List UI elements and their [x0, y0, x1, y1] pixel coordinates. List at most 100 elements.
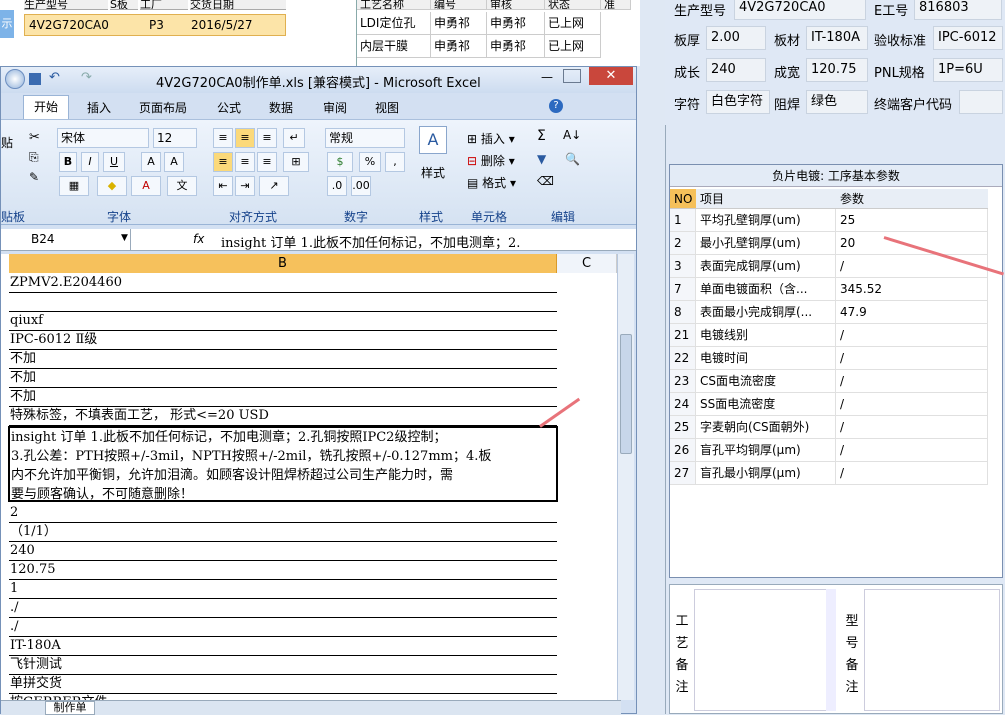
sheet-cell[interactable]: qiuxf: [9, 312, 557, 331]
currency-icon[interactable]: $: [327, 152, 353, 172]
side-strip[interactable]: 示: [0, 10, 14, 38]
proc-row2-name[interactable]: 内层干膜: [357, 35, 431, 58]
sheet-cell[interactable]: 飞针测试: [9, 656, 557, 675]
model-notes-field[interactable]: [864, 589, 1000, 711]
formula-input[interactable]: insight 订单 1.此板不加任何标记，不加电测章；2.: [221, 232, 611, 251]
width-field[interactable]: 120.75: [806, 58, 868, 82]
tab-data[interactable]: 数据: [269, 99, 293, 116]
indent-icon[interactable]: ⇥: [235, 176, 255, 196]
fill-color-icon[interactable]: ◆: [97, 176, 127, 196]
tab-insert[interactable]: 插入: [87, 99, 111, 116]
font-name-select[interactable]: 宋体: [57, 128, 149, 148]
param-row[interactable]: 3 表面完成铜厚(um) /: [670, 255, 988, 278]
cut-icon[interactable]: ✂: [29, 130, 40, 145]
sheet-cell[interactable]: ./: [9, 618, 557, 637]
underline-button[interactable]: U: [103, 152, 125, 172]
tab-view[interactable]: 视图: [375, 99, 399, 116]
param-row[interactable]: 1 平均孔壁铜厚(um) 25: [670, 209, 988, 232]
phonetic-icon[interactable]: 文: [167, 176, 197, 196]
column-header-c[interactable]: C: [557, 254, 617, 273]
align-center-icon[interactable]: ≡: [235, 152, 255, 172]
help-icon[interactable]: ?: [549, 99, 563, 113]
sheet-cell[interactable]: 120.75: [9, 561, 557, 580]
align-left-icon[interactable]: ≡: [213, 152, 233, 172]
sheet-cell[interactable]: IPC-6012 Ⅱ级: [9, 331, 557, 350]
sheet-cell[interactable]: 2: [9, 504, 557, 523]
close-icon[interactable]: ✕: [589, 67, 633, 85]
param-row[interactable]: 2 最小孔壁铜厚(um) 20: [670, 232, 988, 255]
number-format-select[interactable]: 常规: [325, 128, 405, 148]
name-box-dropdown-icon[interactable]: ▼: [121, 233, 128, 243]
pnl-field[interactable]: 1P=6U: [933, 58, 1003, 82]
standard-field[interactable]: IPC-6012: [933, 26, 1003, 50]
param-row[interactable]: 22 电镀时间 /: [670, 347, 988, 370]
shrink-font-icon[interactable]: A: [164, 152, 184, 172]
sheet-cell[interactable]: 特殊标签，不填表面工艺， 形式<=20 USD: [9, 407, 557, 426]
align-top-icon[interactable]: ≡: [213, 128, 233, 148]
proc-row1-name[interactable]: LDI定位孔: [357, 12, 431, 35]
style-icon[interactable]: A: [419, 126, 447, 154]
delete-cells-button[interactable]: ⊟ 删除 ▾: [467, 152, 515, 169]
sheet-cell[interactable]: （1/1）: [9, 523, 557, 542]
sheet-cell[interactable]: ZPMV2.E204460: [9, 274, 557, 293]
decrease-decimal-icon[interactable]: .00: [351, 176, 371, 196]
sheet-cell[interactable]: 1: [9, 580, 557, 599]
merge-icon[interactable]: ⊞: [283, 152, 309, 172]
sheet-cell[interactable]: 不加: [9, 369, 557, 388]
format-painter-icon[interactable]: ✎: [29, 170, 39, 184]
param-row[interactable]: 27 盲孔最小铜厚(μm) /: [670, 462, 988, 485]
find-select-icon[interactable]: 🔍: [565, 152, 580, 166]
wrap-text-icon[interactable]: ↵: [283, 128, 305, 148]
redo-icon[interactable]: ↷: [81, 70, 92, 85]
customer-field[interactable]: [959, 90, 1003, 114]
sheet-cell[interactable]: IT-180A: [9, 637, 557, 656]
sheet-cell[interactable]: 单拼交货: [9, 675, 557, 694]
copy-icon[interactable]: ⎘: [29, 150, 39, 165]
mask-field[interactable]: 绿色: [806, 90, 868, 114]
fx-icon[interactable]: fx: [193, 232, 204, 246]
sheet-cell[interactable]: [9, 293, 557, 312]
align-middle-icon[interactable]: ≡: [235, 128, 255, 148]
sheet-cell[interactable]: ./: [9, 599, 557, 618]
percent-icon[interactable]: %: [359, 152, 381, 172]
tab-formulas[interactable]: 公式: [217, 99, 241, 116]
align-right-icon[interactable]: ≡: [257, 152, 277, 172]
param-row[interactable]: 7 单面电镀面积（含... 345.52: [670, 278, 988, 301]
align-bottom-icon[interactable]: ≡: [257, 128, 277, 148]
font-color-icon[interactable]: A: [131, 176, 161, 196]
bold-button[interactable]: B: [59, 152, 77, 172]
clear-icon[interactable]: ⌫: [537, 174, 554, 188]
selected-cell-b24[interactable]: insight 订单 1.此板不加任何标记，不加电测章；2.孔铜按照IPC2级控…: [8, 426, 558, 502]
thickness-field[interactable]: 2.00: [706, 26, 766, 50]
param-row[interactable]: 25 字麦朝向(CS面朝外) /: [670, 416, 988, 439]
tab-page-layout[interactable]: 页面布局: [139, 99, 187, 116]
sheet-tab-active[interactable]: 制作单: [45, 701, 95, 715]
param-row[interactable]: 24 SS面电流密度 /: [670, 393, 988, 416]
name-box[interactable]: B24: [1, 229, 131, 250]
fill-icon[interactable]: ▼: [537, 152, 546, 166]
scroll-thumb[interactable]: [620, 334, 632, 454]
sort-filter-icon[interactable]: A↓: [563, 128, 581, 142]
restore-button[interactable]: [563, 69, 581, 83]
save-icon[interactable]: [29, 73, 41, 85]
increase-decimal-icon[interactable]: .0: [327, 176, 347, 196]
param-row[interactable]: 26 盲孔平均铜厚(μm) /: [670, 439, 988, 462]
char-field[interactable]: 白色字符: [706, 90, 770, 114]
sheet-cell[interactable]: 240: [9, 542, 557, 561]
autosum-icon[interactable]: Σ: [537, 128, 546, 144]
param-row[interactable]: 8 表面最小完成铜厚(... 47.9: [670, 301, 988, 324]
style-button[interactable]: 样式: [421, 164, 445, 181]
process-notes-field[interactable]: [694, 589, 836, 711]
minimize-button[interactable]: —: [541, 70, 553, 84]
font-size-select[interactable]: 12: [153, 128, 197, 148]
border-icon[interactable]: ▦: [59, 176, 89, 196]
paste-button[interactable]: 贴: [1, 134, 13, 151]
tab-home[interactable]: 开始: [23, 95, 69, 119]
param-row[interactable]: 23 CS面电流密度 /: [670, 370, 988, 393]
order-row-selected[interactable]: 4V2G720CA0 P3 2016/5/27: [24, 14, 286, 36]
eno-field[interactable]: 816803: [914, 0, 1002, 20]
process-notes-scrollbar[interactable]: [826, 589, 836, 711]
tab-review[interactable]: 审阅: [323, 99, 347, 116]
sheet-cell[interactable]: 不加: [9, 350, 557, 369]
material-field[interactable]: IT-180A: [806, 26, 868, 50]
